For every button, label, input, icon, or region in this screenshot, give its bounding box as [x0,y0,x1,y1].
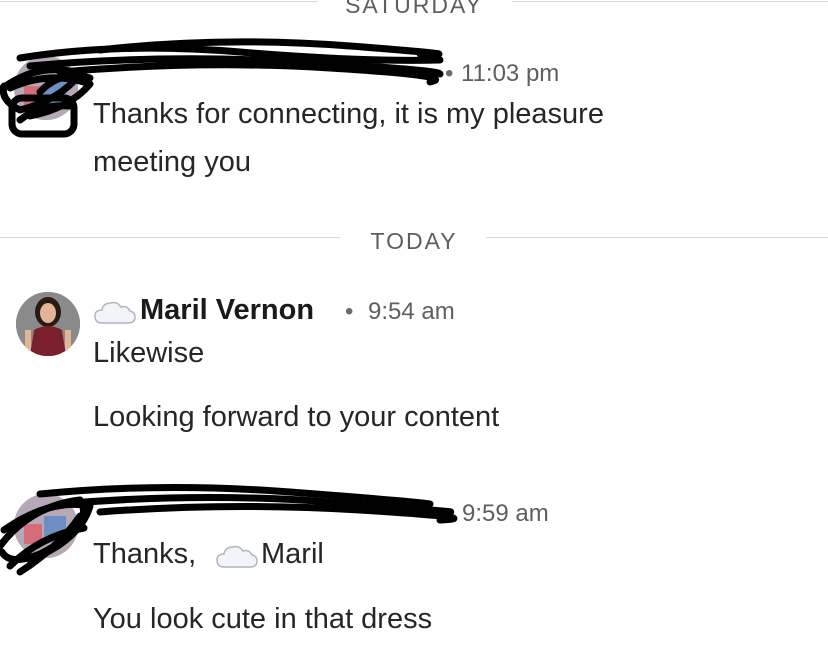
separator-dot: • [440,500,449,527]
separator-dot: • [345,298,354,325]
message-text: Thanks, [93,538,197,570]
message-text: Likewise [93,337,205,369]
message-text: Looking forward to your content [93,401,500,433]
avatar-photo-icon [14,56,78,120]
avatar-photo-icon [14,494,78,558]
cloud-emoji-icon [216,542,258,575]
message-text: You look cute in that dress [93,603,433,635]
mention-text[interactable]: Maril [261,538,324,571]
message-text: meeting you [93,146,251,178]
date-divider-today: TODAY [0,228,828,254]
message-time: 9:54 am [368,298,455,325]
divider-line [0,1,318,2]
cloud-emoji-icon [94,298,136,331]
separator-dot: • [445,60,454,87]
divider-line [512,1,828,2]
divider-label: TODAY [370,228,458,254]
divider-line [486,237,828,238]
divider-line [0,237,340,238]
sender-avatar[interactable] [14,56,78,120]
avatar-photo-icon [16,292,80,356]
message-text: Thanks for connecting, it is my pleasure [93,98,604,130]
sender-avatar[interactable] [14,494,78,558]
sender-avatar[interactable] [16,292,80,356]
message-time: 9:59 am [462,500,549,527]
sender-name[interactable]: Maril Vernon [140,294,314,327]
date-divider-saturday: SATURDAY [0,0,828,18]
divider-label: SATURDAY [345,0,483,18]
message-time: 11:03 pm [461,60,560,87]
